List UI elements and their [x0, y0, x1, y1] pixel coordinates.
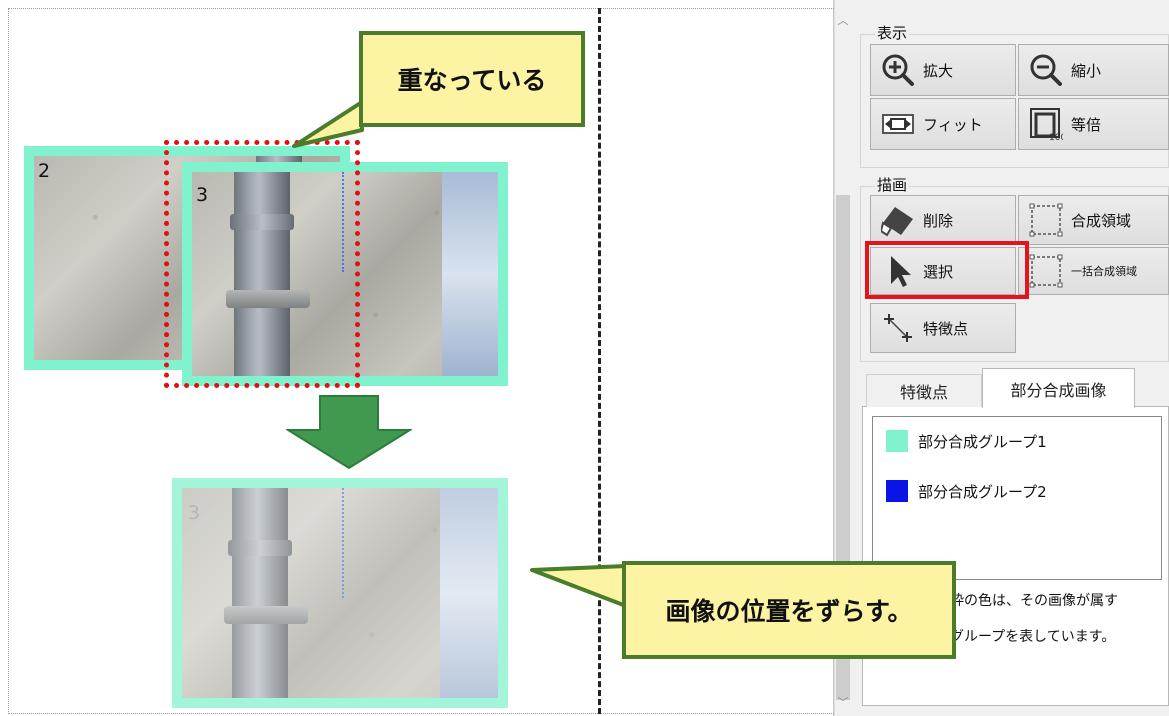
zoom-in-label: 拡大 — [923, 61, 954, 80]
composite-region-icon — [1029, 203, 1063, 237]
group-color-swatch — [886, 480, 908, 502]
pipe-joint — [228, 540, 292, 556]
image-tile-3-moved[interactable]: 3 — [172, 478, 508, 708]
group-label: 部分合成グループ1 — [918, 432, 1047, 451]
tab-partial-composite-label: 部分合成画像 — [1010, 380, 1107, 400]
group-color-swatch — [886, 430, 908, 452]
delete-button[interactable]: 削除 — [870, 195, 1016, 245]
actual-size-label: 等倍 — [1071, 115, 1102, 134]
draw-group-title: 描画 — [875, 174, 910, 195]
image-number-label: 3 — [188, 502, 201, 524]
svg-text:100: 100 — [1049, 133, 1063, 141]
callout-shift-text: 画像の位置をずらす。 — [665, 597, 913, 626]
frame-color-description-line1: 枠の色は、その画像が属す — [950, 593, 1118, 609]
feature-point-label: 特徴点 — [923, 319, 969, 338]
batch-composite-region-button[interactable]: 一括合成領域 — [1018, 247, 1169, 295]
down-arrow-icon — [286, 395, 412, 470]
callout-pointer — [530, 564, 628, 608]
zoom-out-button[interactable]: 縮小 — [1018, 44, 1169, 96]
pipe-photo-part — [232, 488, 288, 698]
fit-to-window-icon — [881, 107, 915, 141]
scroll-up-icon[interactable]: ︿ — [834, 12, 852, 28]
image-number-label: 2 — [38, 160, 51, 182]
delete-label: 削除 — [923, 211, 954, 230]
list-item[interactable]: 部分合成グループ1 — [886, 430, 1047, 452]
feature-point-button[interactable]: 特徴点 — [870, 303, 1016, 353]
eraser-icon — [881, 203, 915, 237]
batch-composite-region-icon — [1029, 254, 1063, 288]
batch-composite-region-label: 一括合成領域 — [1071, 265, 1137, 278]
tab-feature-points-label: 特徴点 — [899, 383, 948, 402]
group-label: 部分合成グループ2 — [918, 482, 1047, 501]
feature-point-icon — [881, 311, 915, 345]
list-item[interactable]: 部分合成グループ2 — [886, 480, 1047, 502]
zoom-out-icon — [1029, 53, 1063, 87]
frame-color-description-line2: グループを表しています。 — [950, 629, 1116, 645]
overlap-region-marker — [164, 140, 360, 388]
sky-photo-part — [440, 488, 498, 698]
zoom-out-label: 縮小 — [1071, 61, 1102, 80]
fit-button[interactable]: フィット — [870, 98, 1016, 150]
sky-photo-part — [442, 172, 498, 376]
select-button-highlight — [865, 241, 1029, 299]
tab-feature-points[interactable]: 特徴点 — [866, 374, 982, 407]
pipe-clamp — [224, 606, 308, 624]
callout-overlap: 重なっている — [359, 31, 585, 127]
composite-region-button[interactable]: 合成領域 — [1018, 195, 1169, 245]
display-group-title: 表示 — [875, 22, 910, 43]
tab-partial-composite-images[interactable]: 部分合成画像 — [982, 368, 1135, 408]
concrete-wall-photo — [182, 488, 498, 698]
callout-overlap-text: 重なっている — [397, 66, 547, 95]
zoom-in-icon — [881, 53, 915, 87]
scroll-down-icon[interactable]: ﹀ — [834, 694, 852, 710]
actual-size-button[interactable]: 100 等倍 — [1018, 98, 1169, 150]
composite-region-label: 合成領域 — [1071, 211, 1132, 230]
zoom-in-button[interactable]: 拡大 — [870, 44, 1016, 96]
fit-label: フィット — [923, 115, 983, 134]
callout-shift-image: 画像の位置をずらす。 — [622, 561, 956, 659]
actual-size-icon: 100 — [1029, 107, 1063, 141]
seam-guide-line — [342, 488, 344, 598]
